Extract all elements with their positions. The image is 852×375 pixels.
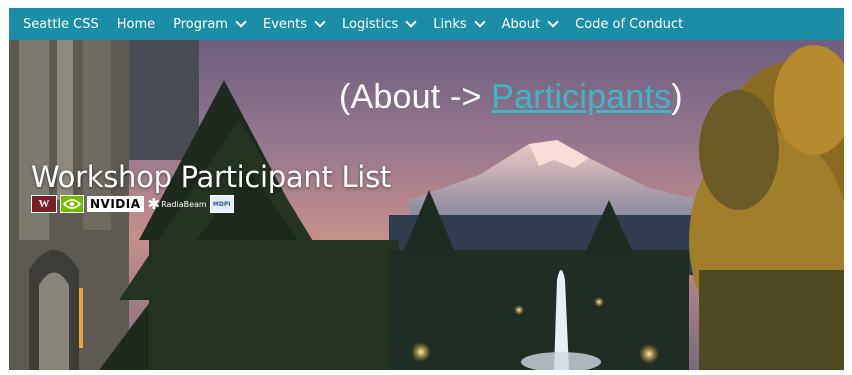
nav-label: Program bbox=[173, 16, 228, 32]
washington-logo: W bbox=[31, 195, 57, 213]
nvidia-logo: NVIDIA bbox=[87, 196, 144, 212]
nav-label: Links bbox=[433, 16, 467, 32]
chevron-down-icon bbox=[547, 16, 559, 28]
nav-item-logistics[interactable]: Logistics bbox=[333, 8, 424, 40]
nav-label: Events bbox=[262, 16, 307, 32]
nav-label: Home bbox=[116, 16, 156, 32]
nav-label: Code of Conduct bbox=[575, 16, 684, 32]
nav-item-code-of-conduct[interactable]: Code of Conduct bbox=[566, 8, 692, 40]
page-title: Workshop Participant List bbox=[31, 160, 391, 194]
radiabeam-logo: ✱ RadiaBeam bbox=[147, 195, 207, 213]
breadcrumb-link-participants[interactable]: Participants bbox=[491, 78, 671, 116]
page-frame: Seattle CSS Home Program Events Logistic… bbox=[9, 8, 844, 370]
nav-label: Seattle CSS bbox=[23, 16, 99, 32]
chevron-down-icon bbox=[473, 16, 486, 28]
nav-item-events[interactable]: Events bbox=[254, 8, 333, 40]
nav-item-program[interactable]: Program bbox=[164, 8, 254, 40]
hero-banner: (About -> Participants) Workshop Partici… bbox=[9, 40, 844, 370]
nav-item-home[interactable]: Home bbox=[108, 8, 164, 40]
breadcrumb-suffix: ) bbox=[671, 78, 683, 116]
breadcrumb-prefix: (About -> bbox=[339, 78, 492, 116]
washington-logo-text: W bbox=[38, 198, 50, 210]
radiabeam-star-icon: ✱ bbox=[147, 195, 161, 213]
nav-item-links[interactable]: Links bbox=[424, 8, 492, 40]
nav-label: Logistics bbox=[342, 16, 399, 32]
mdpi-logo: MDPI bbox=[209, 195, 234, 213]
chevron-down-icon bbox=[314, 16, 326, 28]
nav-label: About bbox=[501, 16, 541, 32]
nvidia-eye-svg bbox=[63, 199, 81, 209]
breadcrumb: (About -> Participants) bbox=[339, 78, 683, 117]
nav-item-seattle-css[interactable]: Seattle CSS bbox=[9, 8, 108, 40]
chevron-down-icon bbox=[235, 16, 247, 28]
radiabeam-logo-text: RadiaBeam bbox=[161, 199, 207, 209]
nav-item-about[interactable]: About bbox=[493, 8, 566, 40]
nvidia-eye-icon bbox=[60, 195, 84, 213]
sponsor-logos: W NVIDIA ✱ RadiaBeam MDPI bbox=[31, 195, 234, 213]
chevron-down-icon bbox=[405, 16, 417, 28]
top-navbar: Seattle CSS Home Program Events Logistic… bbox=[9, 8, 844, 40]
